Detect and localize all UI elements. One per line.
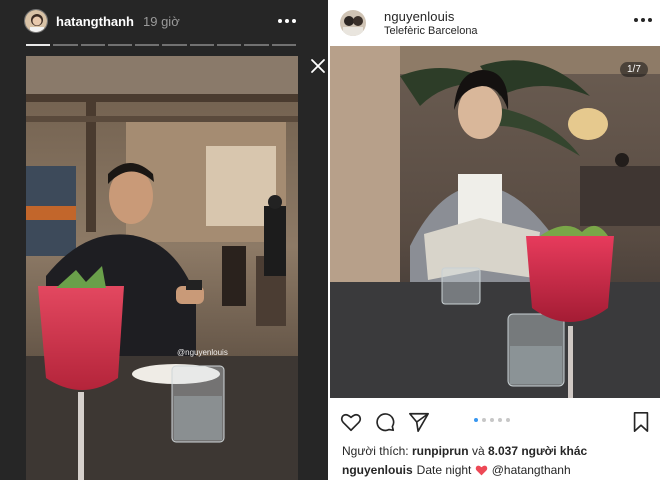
close-icon[interactable] (310, 58, 326, 74)
post-location[interactable]: Telefèric Barcelona (384, 25, 478, 37)
likes-user[interactable]: runpiprun (412, 444, 469, 458)
story-photo (26, 56, 298, 480)
carousel-counter: 1/7 (620, 62, 648, 77)
story-progress-segment (189, 44, 215, 46)
story-photo-tag[interactable]: @nguyenlouis (177, 348, 228, 357)
caption-text: Date night (416, 463, 472, 477)
share-icon[interactable] (408, 411, 430, 433)
story-progress-segment (107, 44, 133, 46)
caption-username[interactable]: nguyenlouis (342, 463, 413, 477)
post-photo[interactable] (330, 46, 660, 398)
story-username[interactable]: hatangthanh (56, 14, 134, 29)
story-progress-segment (53, 44, 78, 46)
story-header: hatangthanh 19 giờ (24, 8, 296, 34)
likes-and: và (471, 444, 485, 458)
comment-icon[interactable] (374, 411, 396, 433)
caption-mention[interactable]: @hatangthanh (492, 463, 571, 477)
post-username[interactable]: nguyenlouis (384, 9, 455, 24)
red-heart-icon (475, 465, 487, 476)
carousel-dot (474, 418, 478, 422)
story-progress-segment (244, 44, 269, 46)
story-progress-segment (80, 44, 105, 46)
story-progress-segment (26, 44, 51, 46)
more-icon[interactable] (634, 18, 652, 22)
post-header: nguyenlouis Telefèric Barcelona (340, 8, 652, 40)
post-actions (340, 411, 652, 433)
likes-line: Người thích: runpiprun và 8.037 người kh… (342, 444, 587, 458)
story-progress-segment (135, 44, 160, 46)
carousel-dot (490, 418, 494, 422)
likes-others[interactable]: 8.037 người khác (488, 444, 587, 458)
carousel-dot (482, 418, 486, 422)
bookmark-icon[interactable] (630, 411, 652, 433)
post-avatar[interactable] (340, 10, 366, 36)
story-time: 19 giờ (143, 13, 180, 29)
story-progress-bar (26, 44, 296, 46)
carousel-indicator (474, 418, 510, 422)
story-progress-segment (271, 44, 296, 46)
heart-icon[interactable] (340, 411, 362, 433)
story-viewer: hatangthanh 19 giờ @nguyenlouis (0, 0, 328, 480)
story-progress-segment (217, 44, 242, 46)
more-icon[interactable] (278, 19, 296, 23)
carousel-dot (498, 418, 502, 422)
story-avatar[interactable] (24, 9, 48, 33)
post-caption: nguyenlouis Date night @hatangthanh (342, 463, 571, 477)
carousel-dot (506, 418, 510, 422)
likes-label: Người thích: (342, 444, 409, 458)
instagram-post: nguyenlouis Telefèric Barcelona 1/7 Ngườ… (330, 0, 660, 480)
story-progress-segment (162, 44, 187, 46)
